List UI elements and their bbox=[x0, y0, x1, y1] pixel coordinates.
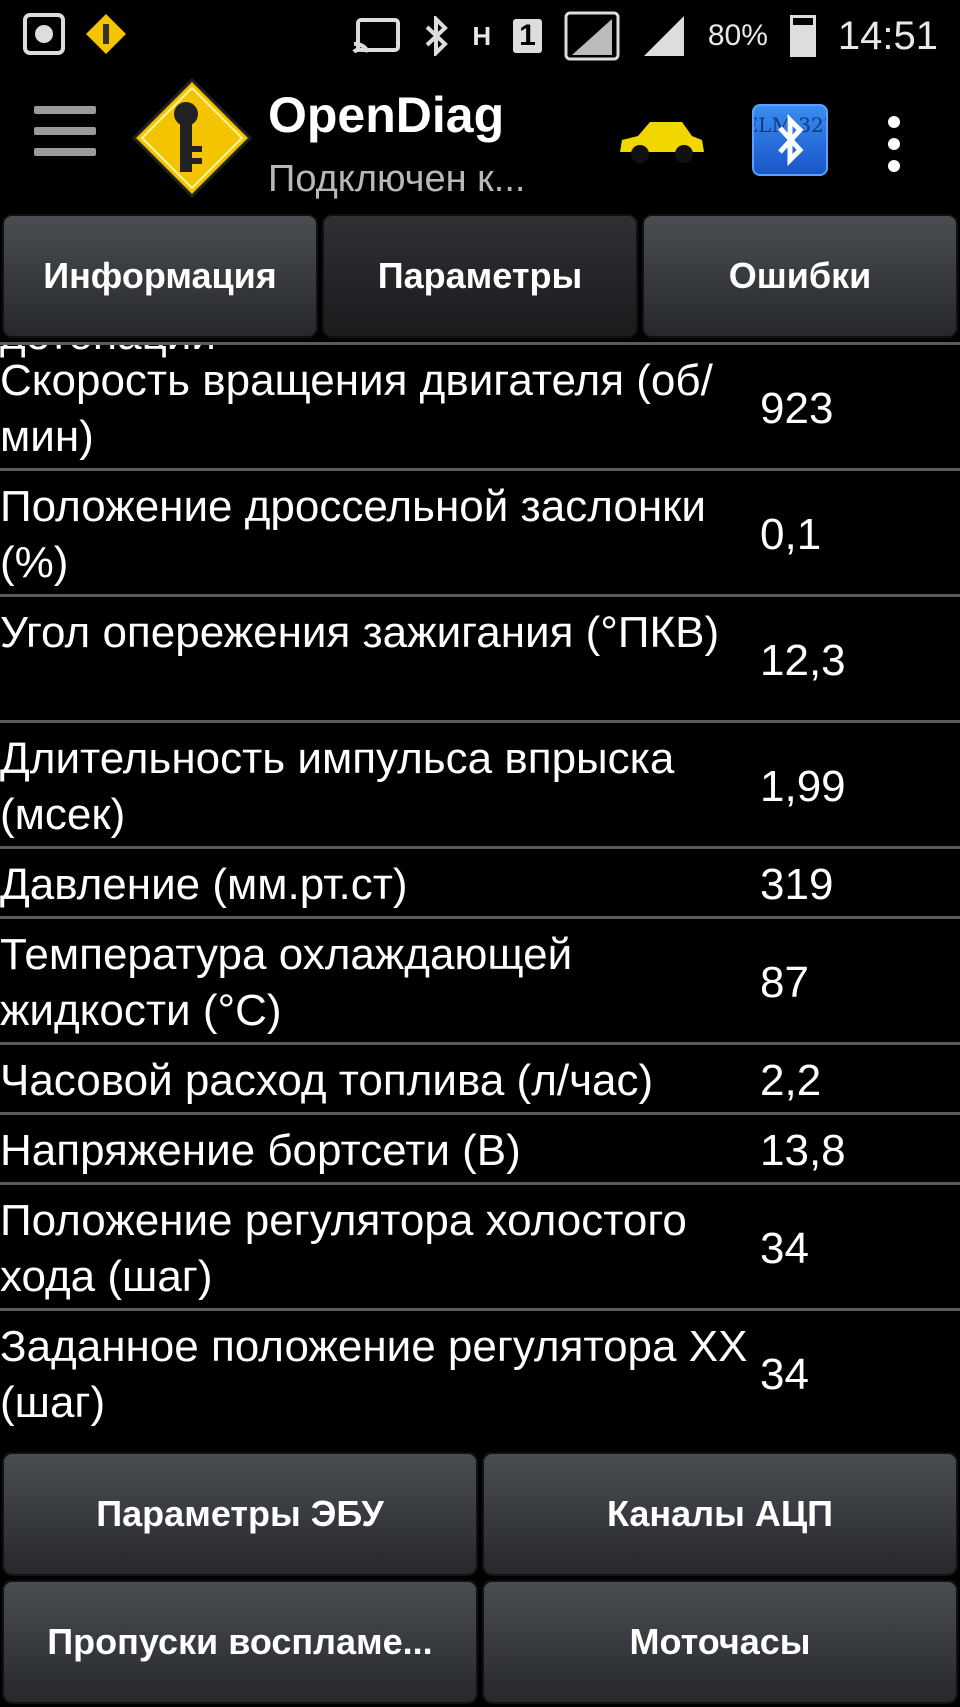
elm327-bluetooth-icon[interactable]: ELM 327 bbox=[744, 104, 836, 176]
parameter-list[interactable]: детонации Скорость вращения двигателя (о… bbox=[0, 342, 960, 1450]
opendiag-logo bbox=[131, 77, 253, 199]
ecu-parameters-button[interactable]: Параметры ЭБУ bbox=[2, 1452, 478, 1576]
bluetooth-icon bbox=[426, 16, 449, 56]
clock: 14:51 bbox=[837, 13, 938, 58]
network-type: H bbox=[472, 20, 492, 51]
tab-information[interactable]: Информация bbox=[2, 214, 318, 338]
status-bar: H 1 80% 14:51 bbox=[0, 0, 960, 70]
sim-slot-badge: 1 bbox=[513, 19, 542, 53]
tab-parameters[interactable]: Параметры bbox=[322, 214, 638, 338]
parameter-row: Положение регулятора холостого хода (шаг… bbox=[0, 1182, 960, 1310]
app-bar: OpenDiag Подключен к... ELM 327 bbox=[0, 70, 960, 210]
screenshot-icon bbox=[23, 13, 65, 55]
adc-channels-button[interactable]: Каналы АЦП bbox=[482, 1452, 958, 1576]
parameter-row: Положение дроссельной заслонки (%) 0,1 bbox=[0, 468, 960, 596]
parameter-row: Давление (мм.рт.ст) 319 bbox=[0, 846, 960, 918]
parameter-row: Угол опережения зажигания (°ПКВ) 12,3 bbox=[0, 594, 960, 722]
misfires-button[interactable]: Пропуски воспламе... bbox=[2, 1580, 478, 1704]
car-icon[interactable] bbox=[616, 114, 706, 168]
parameter-row: Часовой расход топлива (л/час) 2,2 bbox=[0, 1042, 960, 1114]
app-title: OpenDiag bbox=[268, 87, 505, 143]
battery-percent: 80% bbox=[707, 19, 768, 52]
app-key-icon bbox=[86, 14, 126, 54]
parameter-row: Температура охлаждающей жидкости (°С) 87 bbox=[0, 916, 960, 1044]
cast-icon bbox=[352, 18, 401, 54]
parameter-row: Скорость вращения двигателя (об/мин) 923 bbox=[0, 342, 960, 470]
tab-bar: Информация Параметры Ошибки bbox=[0, 212, 960, 342]
menu-icon[interactable] bbox=[34, 106, 96, 169]
connection-subtitle: Подключен к... bbox=[268, 158, 526, 200]
parameter-row: Длительность импульса впрыска (мсек) 1,9… bbox=[0, 720, 960, 848]
parameter-row: Заданное положение регулятора XX (шаг) 3… bbox=[0, 1308, 960, 1450]
parameter-row: Напряжение бортсети (В) 13,8 bbox=[0, 1112, 960, 1184]
signal-icon bbox=[643, 16, 684, 56]
engine-hours-button[interactable]: Моточасы bbox=[482, 1580, 958, 1704]
signal-icon bbox=[564, 11, 620, 61]
tab-errors[interactable]: Ошибки bbox=[642, 214, 958, 338]
battery-icon bbox=[789, 15, 816, 57]
overflow-menu-icon[interactable] bbox=[888, 116, 902, 182]
